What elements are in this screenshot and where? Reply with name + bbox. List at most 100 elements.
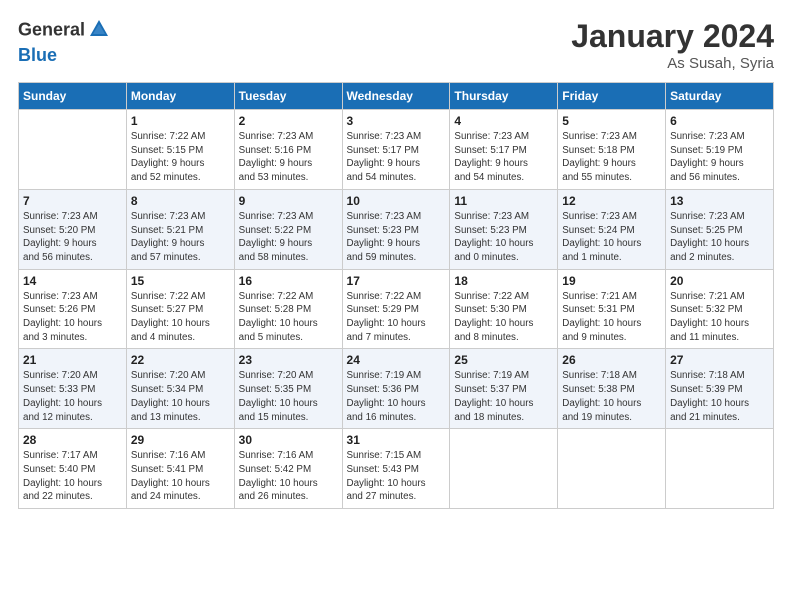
header-sunday: Sunday bbox=[19, 83, 127, 110]
day-number: 5 bbox=[562, 114, 661, 128]
page: General Blue January 2024 As Susah, Syri… bbox=[0, 0, 792, 519]
table-row: 3 Sunrise: 7:23 AMSunset: 5:17 PMDaylight… bbox=[342, 110, 450, 190]
day-number: 10 bbox=[347, 194, 446, 208]
day-number: 24 bbox=[347, 353, 446, 367]
day-info: Sunrise: 7:23 AMSunset: 5:20 PMDaylight:… bbox=[23, 210, 122, 265]
calendar-week-row: 21Sunrise: 7:20 AMSunset: 5:33 PMDayligh… bbox=[19, 349, 774, 429]
header-friday: Friday bbox=[558, 83, 666, 110]
day-info: Sunrise: 7:22 AMSunset: 5:30 PMDaylight:… bbox=[454, 290, 553, 345]
table-row: 6Sunrise: 7:23 AMSunset: 5:19 PMDaylight… bbox=[666, 110, 774, 190]
day-number: 30 bbox=[239, 433, 338, 447]
day-info: Sunrise: 7:22 AMSunset: 5:27 PMDaylight:… bbox=[131, 290, 230, 345]
table-row: 30 Sunrise: 7:16 AMSunset: 5:42 PMDayligh… bbox=[234, 429, 342, 509]
table-row bbox=[666, 429, 774, 509]
table-row: 17 Sunrise: 7:22 AMSunset: 5:29 PMDayligh… bbox=[342, 269, 450, 349]
day-info: Sunrise: 7:20 AMSunset: 5:35 PMDaylight:… bbox=[239, 369, 338, 424]
day-number: 23 bbox=[239, 353, 338, 367]
day-number: 29 bbox=[131, 433, 230, 447]
day-info: Sunrise: 7:23 AMSunset: 5:21 PMDaylight:… bbox=[131, 210, 230, 265]
day-number: 11 bbox=[454, 194, 553, 208]
day-number: 15 bbox=[131, 274, 230, 288]
day-info: Sunrise: 7:16 AMSunset: 5:41 PMDaylight:… bbox=[131, 449, 230, 504]
day-info: Sunrise: 7:19 AMSunset: 5:36 PMDaylight:… bbox=[347, 369, 446, 424]
table-row: 28 Sunrise: 7:17 AMSunset: 5:40 PMDayligh… bbox=[19, 429, 127, 509]
day-info: Sunrise: 7:23 AMSunset: 5:23 PMDaylight:… bbox=[454, 210, 553, 265]
table-row: 26Sunrise: 7:18 AMSunset: 5:38 PMDayligh… bbox=[558, 349, 666, 429]
location-subtitle: As Susah, Syria bbox=[571, 55, 774, 72]
day-number: 25 bbox=[454, 353, 553, 367]
day-info: Sunrise: 7:22 AMSunset: 5:28 PMDaylight:… bbox=[239, 290, 338, 345]
table-row: 8 Sunrise: 7:23 AMSunset: 5:21 PMDaylight… bbox=[126, 189, 234, 269]
day-number: 27 bbox=[670, 353, 769, 367]
day-number: 14 bbox=[23, 274, 122, 288]
day-info: Sunrise: 7:20 AMSunset: 5:34 PMDaylight:… bbox=[131, 369, 230, 424]
table-row: 2Sunrise: 7:23 AMSunset: 5:16 PMDaylight… bbox=[234, 110, 342, 190]
day-number: 18 bbox=[454, 274, 553, 288]
table-row: 24 Sunrise: 7:19 AMSunset: 5:36 PMDayligh… bbox=[342, 349, 450, 429]
table-row: 12Sunrise: 7:23 AMSunset: 5:24 PMDayligh… bbox=[558, 189, 666, 269]
calendar-header-row: Sunday Monday Tuesday Wednesday Thursday… bbox=[19, 83, 774, 110]
table-row: 27 Sunrise: 7:18 AMSunset: 5:39 PMDayligh… bbox=[666, 349, 774, 429]
day-info: Sunrise: 7:16 AMSunset: 5:42 PMDaylight:… bbox=[239, 449, 338, 504]
day-number: 21 bbox=[23, 353, 122, 367]
calendar-week-row: 1Sunrise: 7:22 AMSunset: 5:15 PMDaylight… bbox=[19, 110, 774, 190]
day-number: 6 bbox=[670, 114, 769, 128]
day-number: 20 bbox=[670, 274, 769, 288]
header-monday: Monday bbox=[126, 83, 234, 110]
table-row: 16 Sunrise: 7:22 AMSunset: 5:28 PMDayligh… bbox=[234, 269, 342, 349]
day-info: Sunrise: 7:18 AMSunset: 5:38 PMDaylight:… bbox=[562, 369, 661, 424]
month-title: January 2024 bbox=[571, 18, 774, 55]
day-number: 17 bbox=[347, 274, 446, 288]
logo-general: General bbox=[18, 20, 85, 40]
header: General Blue January 2024 As Susah, Syri… bbox=[18, 18, 774, 72]
day-number: 3 bbox=[347, 114, 446, 128]
table-row bbox=[558, 429, 666, 509]
title-block: January 2024 As Susah, Syria bbox=[571, 18, 774, 72]
day-number: 4 bbox=[454, 114, 553, 128]
day-info: Sunrise: 7:21 AMSunset: 5:31 PMDaylight:… bbox=[562, 290, 661, 345]
day-number: 28 bbox=[23, 433, 122, 447]
day-info: Sunrise: 7:23 AMSunset: 5:17 PMDaylight:… bbox=[454, 130, 553, 185]
table-row: 19 Sunrise: 7:21 AMSunset: 5:31 PMDayligh… bbox=[558, 269, 666, 349]
day-number: 2 bbox=[239, 114, 338, 128]
day-info: Sunrise: 7:17 AMSunset: 5:40 PMDaylight:… bbox=[23, 449, 122, 504]
day-number: 12 bbox=[562, 194, 661, 208]
table-row bbox=[19, 110, 127, 190]
day-info: Sunrise: 7:21 AMSunset: 5:32 PMDaylight:… bbox=[670, 290, 769, 345]
day-number: 9 bbox=[239, 194, 338, 208]
day-number: 19 bbox=[562, 274, 661, 288]
table-row: 10 Sunrise: 7:23 AMSunset: 5:23 PMDayligh… bbox=[342, 189, 450, 269]
table-row: 21Sunrise: 7:20 AMSunset: 5:33 PMDayligh… bbox=[19, 349, 127, 429]
day-info: Sunrise: 7:22 AMSunset: 5:15 PMDaylight:… bbox=[131, 130, 230, 185]
day-number: 22 bbox=[131, 353, 230, 367]
day-number: 8 bbox=[131, 194, 230, 208]
day-number: 31 bbox=[347, 433, 446, 447]
table-row: 29 Sunrise: 7:16 AMSunset: 5:41 PMDayligh… bbox=[126, 429, 234, 509]
day-info: Sunrise: 7:23 AMSunset: 5:26 PMDaylight:… bbox=[23, 290, 122, 345]
day-info: Sunrise: 7:18 AMSunset: 5:39 PMDaylight:… bbox=[670, 369, 769, 424]
day-info: Sunrise: 7:23 AMSunset: 5:18 PMDaylight:… bbox=[562, 130, 661, 185]
day-info: Sunrise: 7:23 AMSunset: 5:23 PMDaylight:… bbox=[347, 210, 446, 265]
header-wednesday: Wednesday bbox=[342, 83, 450, 110]
table-row: 20 Sunrise: 7:21 AMSunset: 5:32 PMDayligh… bbox=[666, 269, 774, 349]
day-number: 16 bbox=[239, 274, 338, 288]
calendar-table: Sunday Monday Tuesday Wednesday Thursday… bbox=[18, 82, 774, 509]
table-row: 18 Sunrise: 7:22 AMSunset: 5:30 PMDayligh… bbox=[450, 269, 558, 349]
table-row: 5 Sunrise: 7:23 AMSunset: 5:18 PMDaylight… bbox=[558, 110, 666, 190]
day-info: Sunrise: 7:23 AMSunset: 5:22 PMDaylight:… bbox=[239, 210, 338, 265]
day-number: 13 bbox=[670, 194, 769, 208]
table-row: 1Sunrise: 7:22 AMSunset: 5:15 PMDaylight… bbox=[126, 110, 234, 190]
table-row: 23 Sunrise: 7:20 AMSunset: 5:35 PMDayligh… bbox=[234, 349, 342, 429]
header-thursday: Thursday bbox=[450, 83, 558, 110]
table-row: 4 Sunrise: 7:23 AMSunset: 5:17 PMDaylight… bbox=[450, 110, 558, 190]
table-row: 15 Sunrise: 7:22 AMSunset: 5:27 PMDayligh… bbox=[126, 269, 234, 349]
table-row bbox=[450, 429, 558, 509]
day-info: Sunrise: 7:23 AMSunset: 5:25 PMDaylight:… bbox=[670, 210, 769, 265]
calendar-week-row: 28 Sunrise: 7:17 AMSunset: 5:40 PMDayligh… bbox=[19, 429, 774, 509]
day-info: Sunrise: 7:23 AMSunset: 5:17 PMDaylight:… bbox=[347, 130, 446, 185]
day-info: Sunrise: 7:22 AMSunset: 5:29 PMDaylight:… bbox=[347, 290, 446, 345]
header-saturday: Saturday bbox=[666, 83, 774, 110]
table-row: 7 Sunrise: 7:23 AMSunset: 5:20 PMDaylight… bbox=[19, 189, 127, 269]
table-row: 25Sunrise: 7:19 AMSunset: 5:37 PMDayligh… bbox=[450, 349, 558, 429]
day-number: 7 bbox=[23, 194, 122, 208]
